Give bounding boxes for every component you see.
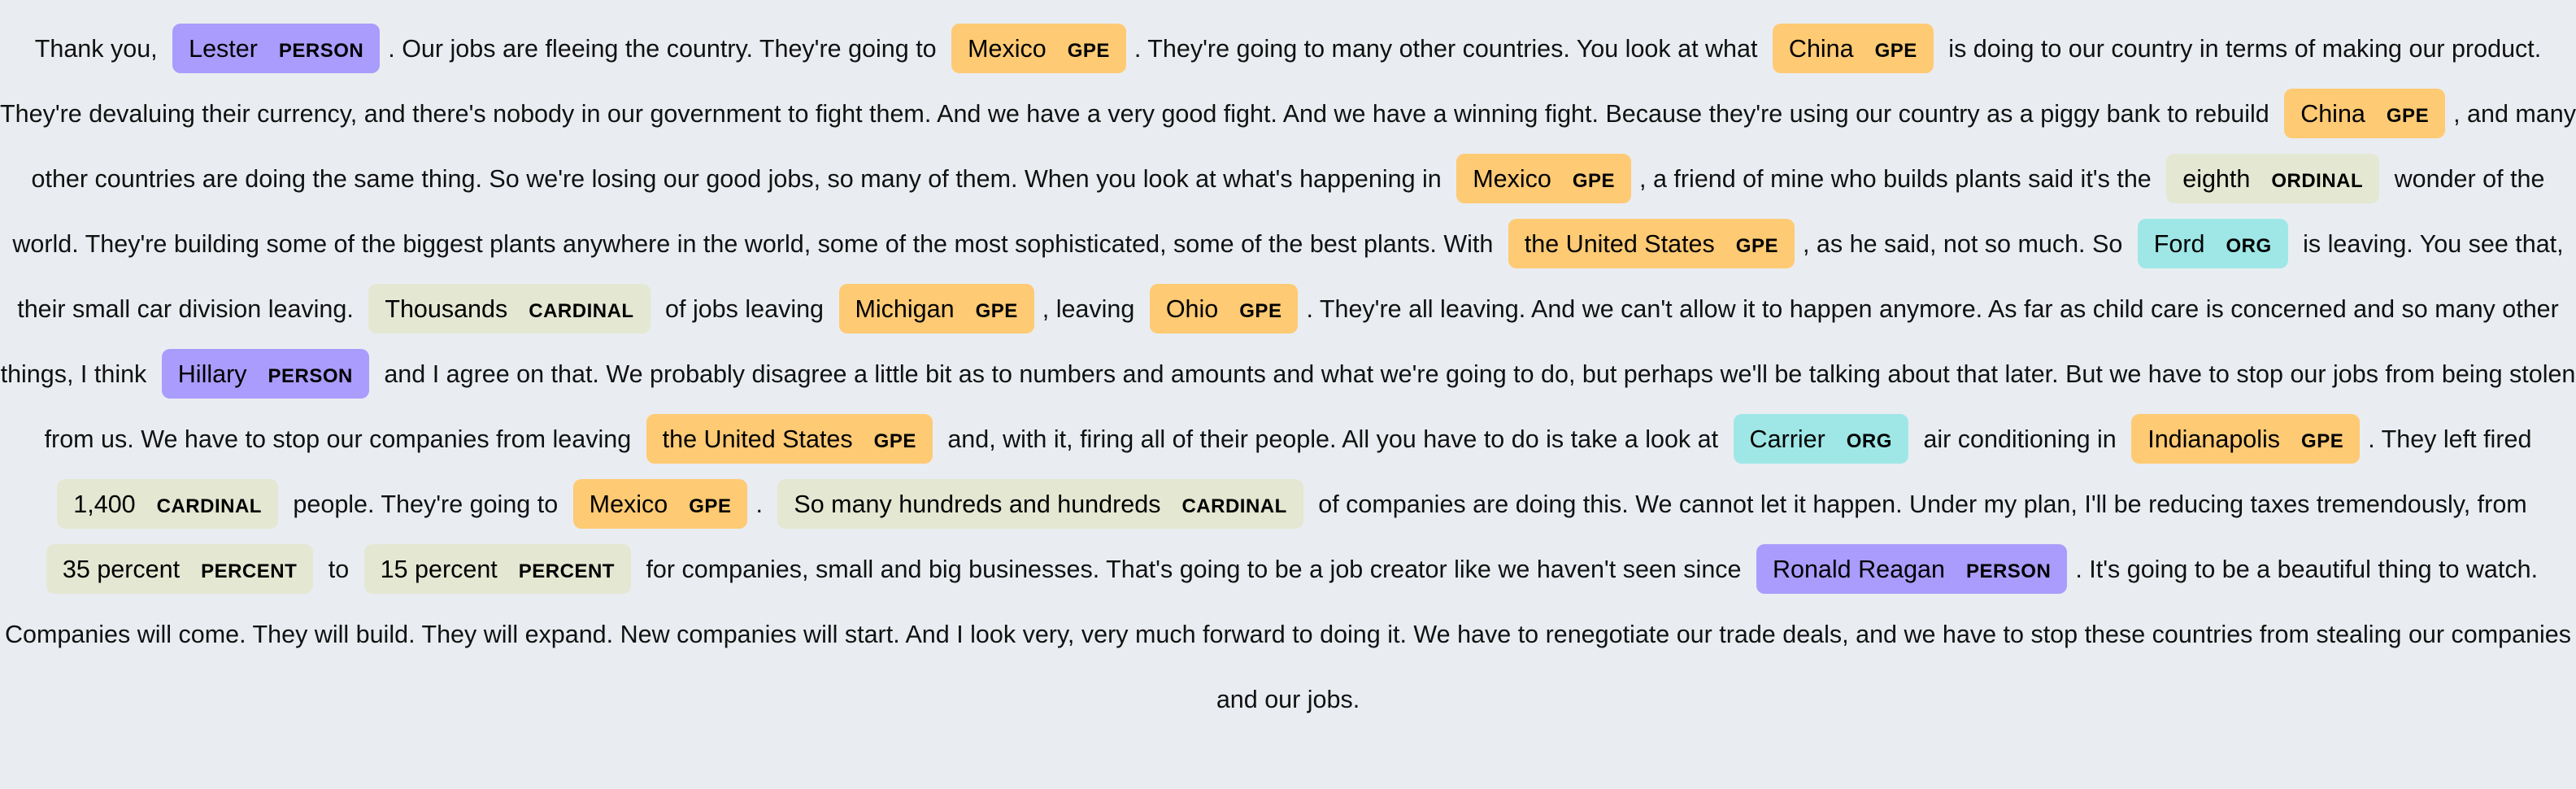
entity-cardinal: 1,400 CARDINAL <box>57 479 278 529</box>
entity-text: Indianapolis <box>2147 425 2281 453</box>
entity-percent: 35 percent PERCENT <box>46 544 314 594</box>
entity-gpe: the United States GPE <box>1508 219 1795 268</box>
entity-text: 15 percent <box>380 556 498 583</box>
entity-text: Ronald Reagan <box>1772 556 1945 583</box>
entity-person: Hillary PERSON <box>161 349 369 399</box>
text-segment: and, with it, firing all of their people… <box>940 425 1725 453</box>
entity-gpe: Mexico GPE <box>1456 154 1632 203</box>
entity-label: GPE <box>1874 40 1917 62</box>
text-segment: , a friend of mine who builds plants sai… <box>1639 165 2159 193</box>
text-segment: for companies, small and big businesses.… <box>638 556 1748 583</box>
text-segment: . Our jobs are fleeing the country. They… <box>388 35 944 63</box>
entity-person: Lester PERSON <box>172 24 381 73</box>
entity-label: GPE <box>975 300 1018 322</box>
entity-text: Michigan <box>855 295 955 323</box>
entity-org: Carrier ORG <box>1733 414 1908 464</box>
entity-annotated-text: Thank you, Lester PERSON . Our jobs are fl… <box>0 0 2576 732</box>
entity-text: Hillary <box>177 360 247 388</box>
entity-gpe: Mexico GPE <box>951 24 1126 73</box>
entity-label: GPE <box>1572 170 1616 192</box>
entity-label: ORG <box>1846 430 1892 452</box>
entity-text: So many hundreds and hundreds <box>794 490 1161 518</box>
entity-gpe: Indianapolis GPE <box>2131 414 2361 464</box>
entity-text: Carrier <box>1749 425 1825 453</box>
entity-label: ORG <box>2226 235 2272 257</box>
entity-label: GPE <box>1239 300 1282 322</box>
entity-label: GPE <box>1067 40 1110 62</box>
entity-text: China <box>2300 100 2365 128</box>
entity-text: the United States <box>1524 230 1715 258</box>
entity-gpe: Michigan GPE <box>838 284 1034 333</box>
entity-cardinal: So many hundreds and hundreds CARDINAL <box>777 479 1303 529</box>
entity-label: PERSON <box>268 365 353 387</box>
text-segment: . They left fired <box>2368 425 2532 453</box>
entity-text: Ohio <box>1165 295 1219 323</box>
entity-label: PERSON <box>1965 560 2052 582</box>
entity-label: GPE <box>873 430 916 452</box>
text-segment: of jobs leaving <box>658 295 831 323</box>
entity-gpe: Ohio GPE <box>1149 284 1299 333</box>
entity-text: Thousands <box>385 295 508 323</box>
entity-ordinal: eighth ORDINAL <box>2166 154 2380 203</box>
entity-gpe: China GPE <box>1772 24 1934 73</box>
entity-label: CARDINAL <box>156 495 262 517</box>
entity-label: GPE <box>689 495 732 517</box>
entity-cardinal: Thousands CARDINAL <box>368 284 651 333</box>
entity-person: Ronald Reagan PERSON <box>1756 544 2068 594</box>
text-segment: , leaving <box>1042 295 1142 323</box>
entity-text: eighth <box>2182 165 2251 193</box>
entity-text: 1,400 <box>73 490 136 518</box>
entity-label: GPE <box>1735 235 1778 257</box>
entity-text: China <box>1788 35 1854 63</box>
entity-text: Mexico <box>1473 165 1551 193</box>
text-segment: . They're going to many other countries.… <box>1134 35 1764 63</box>
entity-label: PERCENT <box>201 560 298 582</box>
entity-label: PERSON <box>278 40 364 62</box>
text-segment: to <box>321 556 356 583</box>
entity-text: 35 percent <box>62 556 181 583</box>
entity-org: Ford ORG <box>2137 219 2288 268</box>
entity-label: GPE <box>2386 105 2430 127</box>
entity-text: Mexico <box>968 35 1046 63</box>
entity-label: CARDINAL <box>529 300 634 322</box>
entity-label: CARDINAL <box>1181 495 1287 517</box>
text-segment: air conditioning in <box>1916 425 2124 453</box>
entity-gpe: Mexico GPE <box>572 479 748 529</box>
entity-text: the United States <box>662 425 853 453</box>
entity-gpe: the United States GPE <box>646 414 933 464</box>
text-segment: Thank you, <box>34 35 165 63</box>
entity-text: Ford <box>2153 230 2205 258</box>
text-segment: of companies are doing this. We cannot l… <box>1311 490 2527 518</box>
entity-label: GPE <box>2301 430 2344 452</box>
entity-text: Mexico <box>589 490 668 518</box>
text-segment: people. They're going to <box>285 490 565 518</box>
entity-text: Lester <box>189 35 258 63</box>
entity-label: ORDINAL <box>2271 170 2364 192</box>
entity-gpe: China GPE <box>2284 89 2446 138</box>
text-segment: , as he said, not so much. So <box>1802 230 2130 258</box>
entity-label: PERCENT <box>518 560 615 582</box>
entity-percent: 15 percent PERCENT <box>363 544 631 594</box>
text-segment: . <box>755 490 770 518</box>
